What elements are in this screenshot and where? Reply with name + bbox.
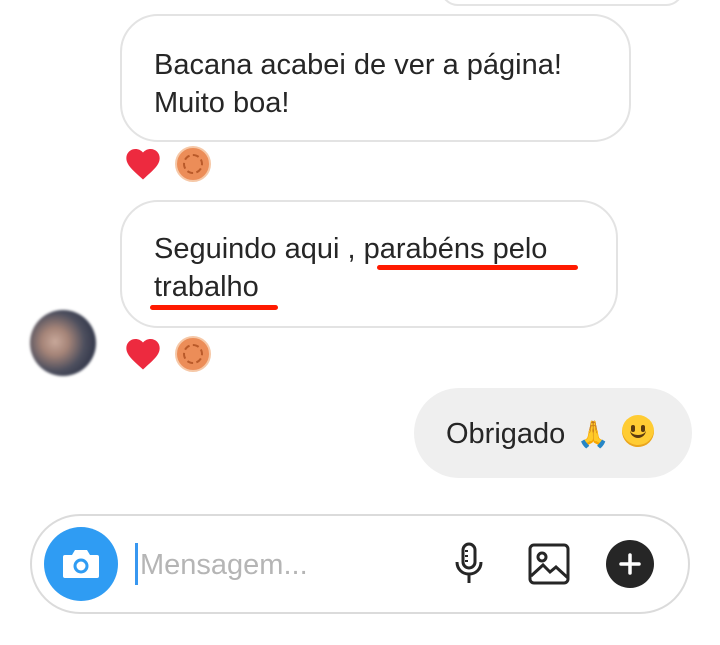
heart-icon bbox=[126, 149, 160, 180]
plus-button[interactable] bbox=[606, 540, 654, 588]
message-text-line: Muito boa! bbox=[154, 87, 290, 119]
sticker-icon bbox=[175, 146, 211, 182]
message-text-line: trabalho bbox=[154, 271, 259, 303]
camera-icon bbox=[63, 550, 99, 578]
red-underline-annotation bbox=[377, 265, 578, 270]
previous-message-bubble-edge bbox=[440, 0, 684, 6]
praying-hands-emoji: 🙏 bbox=[577, 419, 610, 449]
message-input[interactable] bbox=[138, 540, 432, 590]
message-text-line: Bacana acabei de ver a página! bbox=[154, 49, 562, 81]
message-bubble-received[interactable]: Bacana acabei de ver a página! Muito boa… bbox=[120, 14, 631, 142]
smiling-face-emoji bbox=[621, 415, 654, 447]
microphone-icon bbox=[455, 542, 483, 583]
plus-icon bbox=[619, 553, 641, 575]
red-underline-annotation bbox=[150, 305, 278, 310]
message-reactions[interactable] bbox=[123, 334, 211, 374]
message-text-line: Seguindo aqui , parabéns pelo bbox=[154, 233, 548, 265]
message-bubble-sent[interactable]: Obrigado 🙏 bbox=[414, 388, 692, 478]
message-reactions[interactable] bbox=[123, 144, 211, 184]
message-text: Obrigado bbox=[446, 418, 566, 450]
sticker-icon bbox=[175, 336, 211, 372]
avatar[interactable] bbox=[30, 310, 96, 376]
microphone-button[interactable] bbox=[447, 542, 491, 586]
image-icon bbox=[528, 543, 570, 585]
message-composer bbox=[30, 514, 690, 614]
heart-icon bbox=[126, 339, 160, 370]
gallery-button[interactable] bbox=[527, 542, 571, 586]
camera-button[interactable] bbox=[44, 527, 118, 601]
